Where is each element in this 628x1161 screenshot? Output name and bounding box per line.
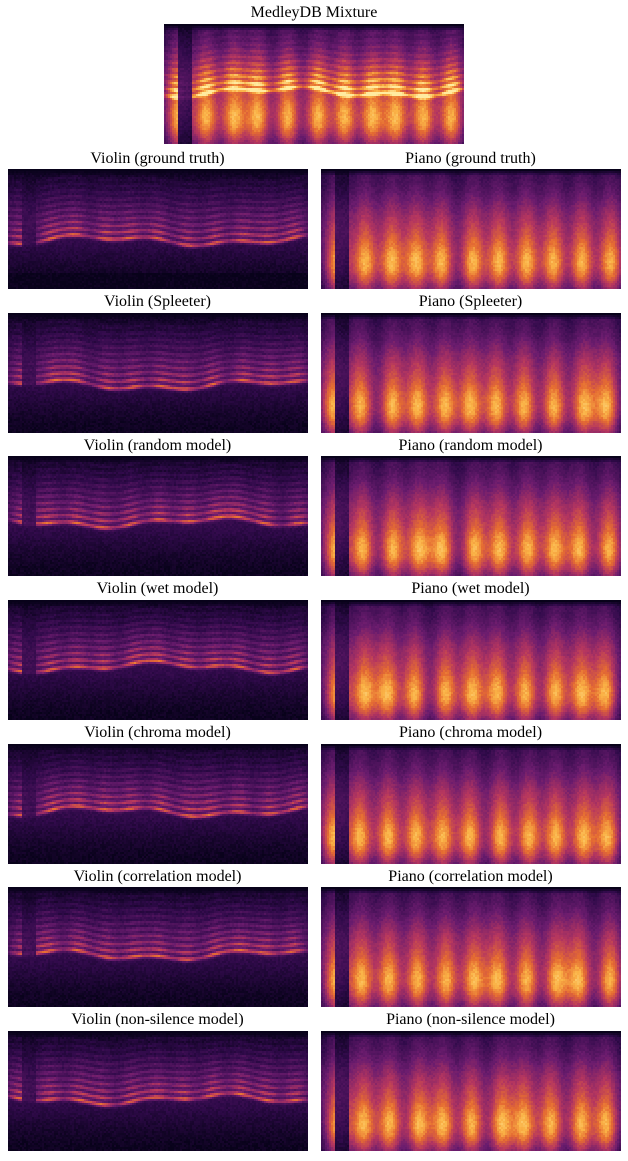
- cell-violin-chroma: Violin (chroma model): [4, 724, 311, 864]
- caption: Violin (non-silence model): [71, 1011, 243, 1029]
- caption: Piano (wet model): [411, 580, 529, 598]
- spectrogram-piano-correlation: [321, 887, 621, 1007]
- spectrogram-piano-chroma: [321, 744, 621, 864]
- caption: Piano (chroma model): [399, 724, 542, 742]
- cell-piano-correlation: Piano (correlation model): [317, 868, 624, 1008]
- cell-violin-ground-truth: Violin (ground truth): [4, 150, 311, 290]
- caption: Violin (Spleeter): [104, 293, 211, 311]
- spectrogram-violin-ground-truth: [8, 169, 308, 289]
- spectrogram-violin-non-silence: [8, 1031, 308, 1151]
- spectrogram-piano-random: [321, 456, 621, 576]
- cell-violin-spleeter: Violin (Spleeter): [4, 293, 311, 433]
- spectrogram-mixture: [164, 24, 464, 144]
- caption-mixture: MedleyDB Mixture: [251, 4, 378, 22]
- spectrogram-violin-spleeter: [8, 313, 308, 433]
- spectrogram-piano-non-silence: [321, 1031, 621, 1151]
- spectrogram-violin-chroma: [8, 744, 308, 864]
- caption: Piano (Spleeter): [419, 293, 523, 311]
- cell-piano-ground-truth: Piano (ground truth): [317, 150, 624, 290]
- top-row: MedleyDB Mixture: [4, 4, 624, 144]
- cell-mixture: MedleyDB Mixture: [164, 4, 464, 144]
- caption: Violin (correlation model): [74, 868, 242, 886]
- spectrogram-piano-wet: [321, 600, 621, 720]
- cell-piano-chroma: Piano (chroma model): [317, 724, 624, 864]
- caption: Piano (ground truth): [405, 150, 536, 168]
- cell-piano-random: Piano (random model): [317, 437, 624, 577]
- grid: Violin (ground truth) Piano (ground trut…: [4, 150, 624, 1151]
- spectrogram-piano-spleeter: [321, 313, 621, 433]
- figure: MedleyDB Mixture Violin (ground truth) P…: [0, 0, 628, 1161]
- cell-piano-wet: Piano (wet model): [317, 580, 624, 720]
- cell-violin-random: Violin (random model): [4, 437, 311, 577]
- cell-violin-wet: Violin (wet model): [4, 580, 311, 720]
- cell-piano-spleeter: Piano (Spleeter): [317, 293, 624, 433]
- caption: Piano (correlation model): [388, 868, 552, 886]
- cell-piano-non-silence: Piano (non-silence model): [317, 1011, 624, 1151]
- cell-violin-non-silence: Violin (non-silence model): [4, 1011, 311, 1151]
- caption: Piano (random model): [399, 437, 543, 455]
- caption: Violin (random model): [84, 437, 231, 455]
- spectrogram-piano-ground-truth: [321, 169, 621, 289]
- caption: Piano (non-silence model): [386, 1011, 555, 1029]
- caption: Violin (chroma model): [84, 724, 231, 742]
- caption: Violin (ground truth): [90, 150, 224, 168]
- cell-violin-correlation: Violin (correlation model): [4, 868, 311, 1008]
- spectrogram-violin-correlation: [8, 887, 308, 1007]
- spectrogram-violin-random: [8, 456, 308, 576]
- spectrogram-violin-wet: [8, 600, 308, 720]
- caption: Violin (wet model): [97, 580, 219, 598]
